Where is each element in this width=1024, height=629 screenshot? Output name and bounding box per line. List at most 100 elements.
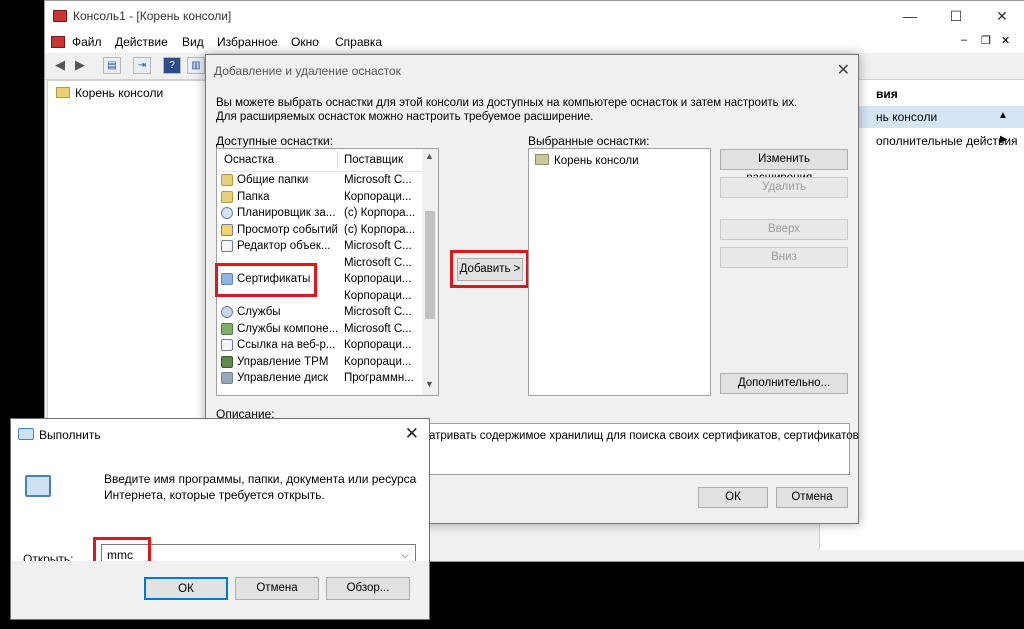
run-footer: ОК Отмена Обзор...	[11, 561, 429, 619]
disk-icon	[221, 372, 233, 384]
menu-view[interactable]: Вид	[182, 35, 204, 49]
snapin-name: Общие папки	[237, 174, 309, 186]
actions-header-label: вия	[876, 87, 898, 101]
snapin-name: Папка	[237, 190, 270, 203]
actions-selected-label: нь консоли	[876, 110, 938, 124]
selected-snapins-label: Выбранные оснастки:	[528, 134, 650, 148]
column-separator[interactable]	[337, 151, 338, 169]
folder-icon	[535, 154, 549, 165]
mdi-restore-icon[interactable]: ❐	[981, 34, 991, 47]
snapin-vendor: Microsoft C...	[344, 322, 412, 335]
selected-item-console-root[interactable]: Корень консоли	[535, 154, 639, 167]
dialog-cancel-button[interactable]: Отмена	[776, 487, 848, 508]
folder-icon	[56, 87, 70, 98]
menu-favorites[interactable]: Избранное	[217, 35, 278, 49]
forward-arrow-icon[interactable]: ▶	[71, 57, 89, 74]
scrollbar-thumb[interactable]	[425, 211, 435, 319]
menu-help[interactable]: Справка	[335, 35, 382, 49]
snapin-vendor: Программн...	[344, 372, 414, 384]
run-body: Введите имя программы, папки, документа …	[11, 449, 429, 574]
snapin-vendor: Microsoft C...	[344, 306, 412, 318]
snapin-row[interactable]: Общие папки Microsoft C...	[217, 172, 422, 189]
export-list-icon[interactable]: ⇥	[133, 57, 151, 74]
certificates-highlight	[215, 263, 317, 297]
snapin-vendor: (c) Корпора...	[344, 223, 416, 236]
help-icon[interactable]: ?	[163, 57, 181, 74]
mdi-minimize-icon[interactable]: –	[961, 34, 967, 46]
snapin-name: Управление диск	[237, 372, 329, 384]
snapin-vendor: Microsoft C...	[344, 256, 412, 269]
run-close-icon[interactable]: ✕	[405, 424, 419, 444]
document-icon	[221, 240, 233, 252]
snapin-row[interactable]: Управление TPM Корпораци...	[217, 354, 422, 371]
snapin-row[interactable]: Редактор объек... Microsoft C...	[217, 238, 422, 255]
snapin-name: Редактор объек...	[237, 240, 331, 252]
selected-snapins-list[interactable]: Корень консоли	[528, 148, 711, 396]
snapin-row[interactable]: Службы компоне... Microsoft C...	[217, 321, 422, 338]
gear-icon	[221, 306, 233, 318]
snapin-vendor: Microsoft C...	[344, 174, 412, 186]
minimize-icon[interactable]: —	[887, 1, 933, 31]
dialog-close-icon[interactable]: ✕	[837, 60, 850, 80]
actions-more-label: ополнительные действия	[876, 134, 1018, 148]
dialog-title: Добавление и удаление оснасток	[214, 64, 401, 78]
close-icon[interactable]: ✕	[979, 1, 1024, 31]
scroll-up-icon[interactable]: ▲	[425, 151, 434, 161]
run-small-icon	[18, 428, 34, 440]
snapin-vendor: (c) Корпора...	[344, 207, 416, 219]
move-down-button[interactable]: Вниз	[720, 247, 848, 268]
tree-node-label: Корень консоли	[75, 86, 164, 100]
shared-folders-icon	[221, 174, 233, 186]
clock-icon	[221, 207, 233, 219]
snapin-name: Службы	[237, 306, 281, 318]
snapin-name: Ссылка на веб-р...	[237, 339, 336, 351]
snapin-name: Просмотр событий	[237, 223, 337, 236]
edit-extensions-button[interactable]: Изменить расширения...	[720, 149, 848, 184]
mmc-app-icon	[53, 10, 67, 22]
snapin-row[interactable]: Просмотр событий (c) Корпора...	[217, 222, 422, 239]
run-cancel-button[interactable]: Отмена	[235, 577, 319, 600]
folder-icon	[221, 190, 233, 203]
snapin-name: Службы компоне...	[237, 322, 337, 335]
run-title: Выполнить	[39, 428, 101, 442]
add-button[interactable]: Добавить >	[457, 258, 523, 281]
advanced-button[interactable]: Дополнительно...	[720, 373, 848, 394]
column-header-vendor[interactable]: Поставщик	[344, 154, 403, 166]
menu-action[interactable]: Действие	[115, 35, 168, 49]
remove-button[interactable]: Удалить	[720, 177, 848, 198]
snapin-row[interactable]: Управление диск Программн...	[217, 370, 422, 387]
snapin-row[interactable]: Службы Microsoft C...	[217, 304, 422, 321]
snapin-row[interactable]: Папка Корпораци...	[217, 189, 422, 206]
collapse-up-icon[interactable]: ▲	[998, 110, 1008, 121]
move-up-button[interactable]: Вверх	[720, 219, 848, 240]
mmc-title: Консоль1 - [Корень консоли]	[73, 9, 232, 23]
tree-node-console-root[interactable]: Корень консоли	[56, 86, 163, 100]
dialog-ok-button[interactable]: ОК	[698, 487, 768, 508]
run-prompt: Введите имя программы, папки, документа …	[104, 472, 417, 502]
maximize-icon[interactable]: ☐	[933, 1, 979, 31]
tpm-chip-icon	[221, 355, 233, 368]
event-viewer-icon	[221, 223, 233, 236]
run-program-icon	[25, 475, 51, 497]
menu-window[interactable]: Окно	[291, 35, 319, 49]
snapins-scrollbar[interactable]: ▲ ▼	[422, 149, 438, 395]
mdi-window-buttons: – ❐ ✕	[959, 34, 1019, 50]
run-ok-button[interactable]: ОК	[144, 577, 228, 600]
show-hide-tree-icon[interactable]: ▤	[103, 57, 121, 74]
column-header-snapin[interactable]: Оснастка	[224, 154, 274, 166]
run-browse-button[interactable]: Обзор...	[326, 577, 410, 600]
snapin-row[interactable]: Планировщик за... (c) Корпора...	[217, 205, 422, 222]
menu-file[interactable]: Файл	[72, 35, 102, 49]
back-arrow-icon[interactable]: ◀	[51, 57, 69, 74]
snapin-vendor: Корпораци...	[344, 190, 412, 203]
description-text: атривать содержимое хранилищ для поиска …	[429, 430, 859, 442]
selected-item-label: Корень консоли	[554, 155, 639, 167]
menu-bar: Файл Действие Вид Избранное Окно Справка…	[45, 31, 1024, 53]
snapin-row[interactable]: Ссылка на веб-р... Корпораци...	[217, 337, 422, 354]
scroll-down-icon[interactable]: ▼	[425, 379, 434, 389]
snapin-vendor: Корпораци...	[344, 339, 412, 351]
snapin-name: Планировщик за...	[237, 207, 336, 219]
mdi-close-icon[interactable]: ✕	[1001, 34, 1010, 47]
snapin-vendor: Корпораци...	[344, 289, 412, 302]
show-hide-action-pane-icon[interactable]: ▥	[187, 57, 205, 74]
